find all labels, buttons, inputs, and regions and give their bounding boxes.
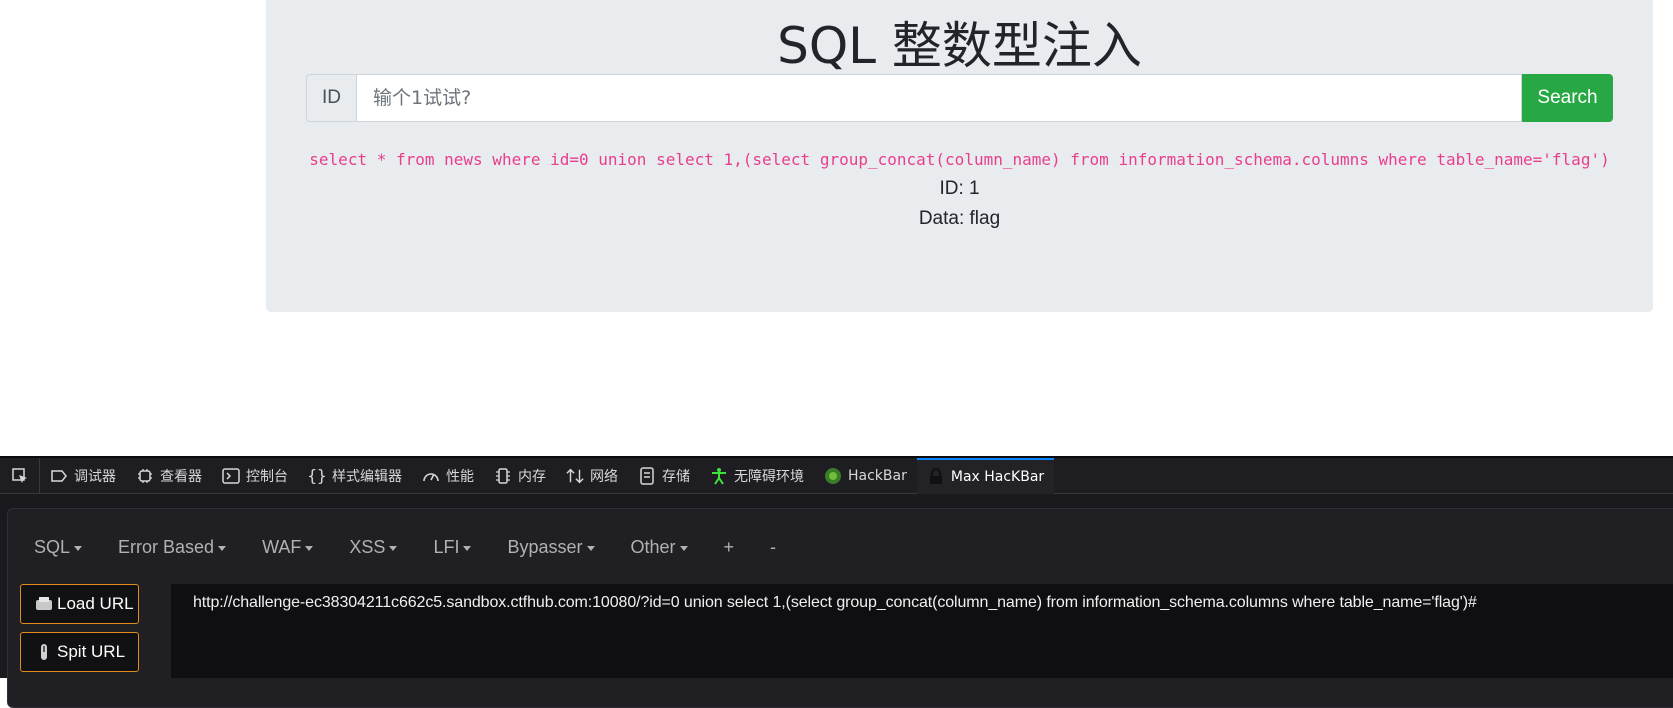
tab-label: Max HacKBar	[950, 468, 1045, 485]
tab-label: 无障碍环境	[734, 468, 804, 485]
network-icon	[566, 467, 584, 485]
memory-icon	[494, 467, 512, 485]
tab-style-editor[interactable]: {} 样式编辑器	[298, 458, 412, 494]
menu-error-based[interactable]: Error Based	[118, 537, 227, 558]
devtools-tabbar: 调试器 查看器 控制台 {} 样式编辑器 性能 内存 网络 存储 无障碍环境 H…	[0, 457, 1673, 494]
hackbar-icon	[824, 467, 842, 485]
sql-query-display: select * from news where id=0 union sele…	[309, 150, 1610, 169]
caret-down-icon	[463, 545, 472, 551]
caret-down-icon	[389, 545, 398, 551]
menu-waf[interactable]: WAF	[262, 537, 314, 558]
tab-label: 调试器	[74, 468, 116, 485]
caret-down-icon	[218, 545, 227, 551]
tab-label: 样式编辑器	[332, 468, 402, 485]
menu-other[interactable]: Other	[631, 537, 688, 558]
menu-bypasser[interactable]: Bypasser	[507, 537, 595, 558]
load-url-label: Load URL	[57, 594, 134, 613]
caret-down-icon	[305, 545, 314, 551]
menu-sql[interactable]: SQL	[34, 537, 83, 558]
tab-label: 查看器	[160, 468, 202, 485]
tab-inspector[interactable]: 查看器	[126, 458, 212, 494]
load-icon	[35, 595, 53, 613]
tab-label: HackBar	[848, 467, 907, 484]
search-button[interactable]: Search	[1522, 74, 1613, 122]
accessibility-icon	[710, 467, 728, 485]
debugger-icon	[50, 467, 68, 485]
hackbar-menu: SQL Error Based WAF XSS LFI Bypasser Oth…	[34, 537, 812, 558]
menu-xss[interactable]: XSS	[349, 537, 398, 558]
tab-label: 内存	[518, 468, 546, 485]
tab-performance[interactable]: 性能	[412, 458, 484, 494]
web-page: SQL 整数型注入 ID Search select * from news w…	[0, 0, 1673, 456]
id-label: ID	[306, 74, 356, 122]
style-editor-icon: {}	[307, 466, 327, 485]
menu-plus[interactable]: +	[724, 537, 735, 558]
tab-label: 控制台	[246, 468, 288, 485]
result-id: ID: 1	[939, 178, 980, 199]
inspector-icon	[136, 467, 154, 485]
element-picker-icon[interactable]	[0, 457, 40, 494]
tab-debugger[interactable]: 调试器	[40, 458, 126, 494]
tab-network[interactable]: 网络	[556, 458, 628, 494]
split-url-label: Spit URL	[57, 642, 126, 661]
search-input-group: ID Search	[306, 74, 1613, 122]
id-input[interactable]	[356, 74, 1522, 122]
result-data: Data: flag	[918, 208, 1001, 229]
tab-hackbar[interactable]: HackBar	[814, 458, 917, 494]
split-icon	[35, 643, 53, 661]
caret-down-icon	[586, 545, 595, 551]
tab-memory[interactable]: 内存	[484, 458, 556, 494]
console-icon	[222, 467, 240, 485]
tab-max-hackbar[interactable]: Max HacKBar	[916, 457, 1055, 494]
split-url-button[interactable]: Spit URL	[20, 632, 139, 672]
tab-label: 网络	[590, 468, 618, 485]
caret-down-icon	[679, 545, 688, 551]
performance-icon	[422, 467, 440, 485]
menu-lfi[interactable]: LFI	[433, 537, 472, 558]
jumbotron: SQL 整数型注入 ID Search select * from news w…	[266, 0, 1653, 312]
tab-console[interactable]: 控制台	[212, 458, 298, 494]
page-title: SQL 整数型注入	[777, 17, 1142, 75]
menu-minus[interactable]: -	[770, 537, 776, 558]
url-value: http://challenge-ec38304211c662c5.sandbo…	[193, 594, 1477, 611]
tab-accessibility[interactable]: 无障碍环境	[700, 458, 814, 494]
tab-label: 存储	[662, 468, 690, 485]
load-url-button[interactable]: Load URL	[20, 584, 139, 624]
max-hackbar-icon	[927, 467, 945, 486]
tab-storage[interactable]: 存储	[628, 458, 700, 494]
tab-label: 性能	[446, 468, 474, 485]
storage-icon	[638, 466, 656, 485]
caret-down-icon	[74, 545, 83, 551]
